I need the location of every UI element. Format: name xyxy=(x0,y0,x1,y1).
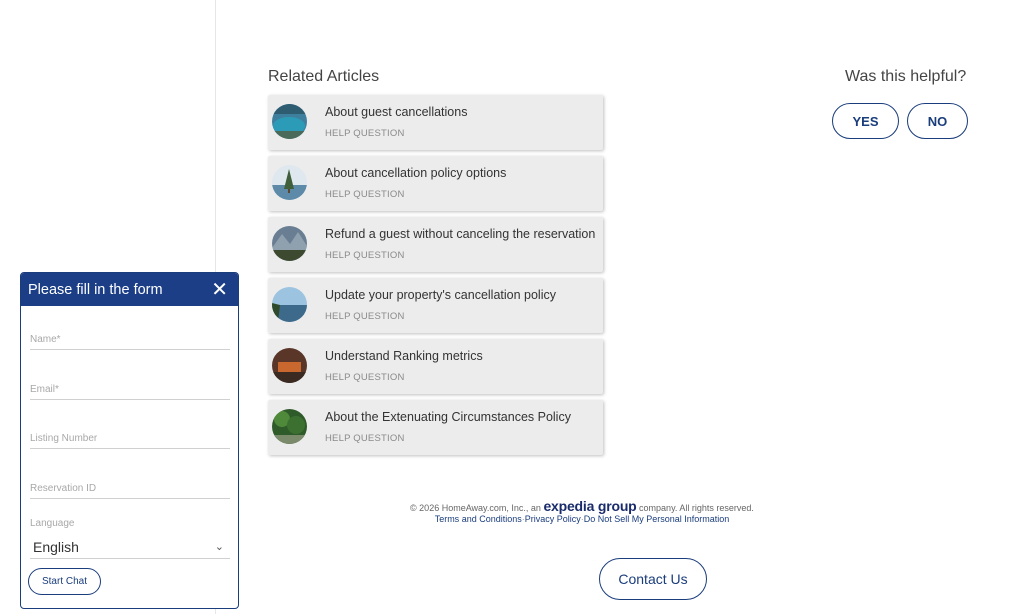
article-type: HELP QUESTION xyxy=(325,433,405,444)
copyright-prefix: © 2026 HomeAway.com, Inc., an xyxy=(410,503,541,513)
language-select[interactable]: English ⌄ xyxy=(30,535,230,559)
chevron-down-icon: ⌄ xyxy=(214,541,224,553)
no-button[interactable]: NO xyxy=(907,103,968,139)
forest-photo-thumbnail xyxy=(272,409,307,444)
article-card[interactable]: Update your property's cancellation poli… xyxy=(268,278,603,333)
article-title: About the Extenuating Circumstances Poli… xyxy=(325,410,571,424)
chat-form-title: Please fill in the form xyxy=(28,281,163,298)
article-card[interactable]: About cancellation policy options HELP Q… xyxy=(268,156,603,211)
article-title: About guest cancellations xyxy=(325,105,468,119)
start-chat-button[interactable]: Start Chat xyxy=(28,568,101,595)
article-type: HELP QUESTION xyxy=(325,189,405,200)
contact-us-button[interactable]: Contact Us xyxy=(599,558,707,600)
article-type: HELP QUESTION xyxy=(325,372,405,383)
article-type: HELP QUESTION xyxy=(325,311,405,322)
language-label: Language xyxy=(30,518,75,529)
tree-lake-photo-thumbnail xyxy=(272,165,307,200)
do-not-sell-link[interactable]: Do Not Sell My Personal Information xyxy=(584,514,730,524)
article-title: Refund a guest without canceling the res… xyxy=(325,227,596,241)
yes-button[interactable]: YES xyxy=(832,103,899,139)
article-title: Update your property's cancellation poli… xyxy=(325,288,556,302)
article-type: HELP QUESTION xyxy=(325,250,405,261)
help-article-page: Related Articles About guest cancellatio… xyxy=(0,0,1030,614)
lake-photo-thumbnail xyxy=(272,104,307,139)
close-icon[interactable]: ✕ xyxy=(211,280,228,300)
chat-form-header: Please fill in the form ✕ xyxy=(21,273,238,306)
chat-form-panel: Please fill in the form ✕ Name* Email* L… xyxy=(20,272,239,609)
mountain-photo-thumbnail xyxy=(272,226,307,261)
article-card[interactable]: About guest cancellations HELP QUESTION xyxy=(268,95,603,150)
privacy-link[interactable]: Privacy Policy xyxy=(525,514,581,524)
email-field[interactable]: Email* xyxy=(30,382,230,400)
reservation-id-field[interactable]: Reservation ID xyxy=(30,481,230,499)
article-type: HELP QUESTION xyxy=(325,128,405,139)
article-title: About cancellation policy options xyxy=(325,166,507,180)
related-articles-heading: Related Articles xyxy=(268,68,380,85)
terms-link[interactable]: Terms and Conditions xyxy=(435,514,522,524)
interior-photo-thumbnail xyxy=(272,348,307,383)
copyright-suffix: company. All rights reserved. xyxy=(639,503,754,513)
article-card[interactable]: About the Extenuating Circumstances Poli… xyxy=(268,400,603,455)
article-card[interactable]: Understand Ranking metrics HELP QUESTION xyxy=(268,339,603,394)
article-card[interactable]: Refund a guest without canceling the res… xyxy=(268,217,603,272)
expedia-group-logo: expedia group xyxy=(543,498,637,514)
name-field[interactable]: Name* xyxy=(30,332,230,350)
helpful-question: Was this helpful? xyxy=(845,68,967,85)
lakeshore-photo-thumbnail xyxy=(272,287,307,322)
listing-number-field[interactable]: Listing Number xyxy=(30,431,230,449)
related-articles-list: About guest cancellations HELP QUESTION … xyxy=(268,95,603,461)
article-title: Understand Ranking metrics xyxy=(325,349,483,363)
language-value: English xyxy=(33,538,79,555)
